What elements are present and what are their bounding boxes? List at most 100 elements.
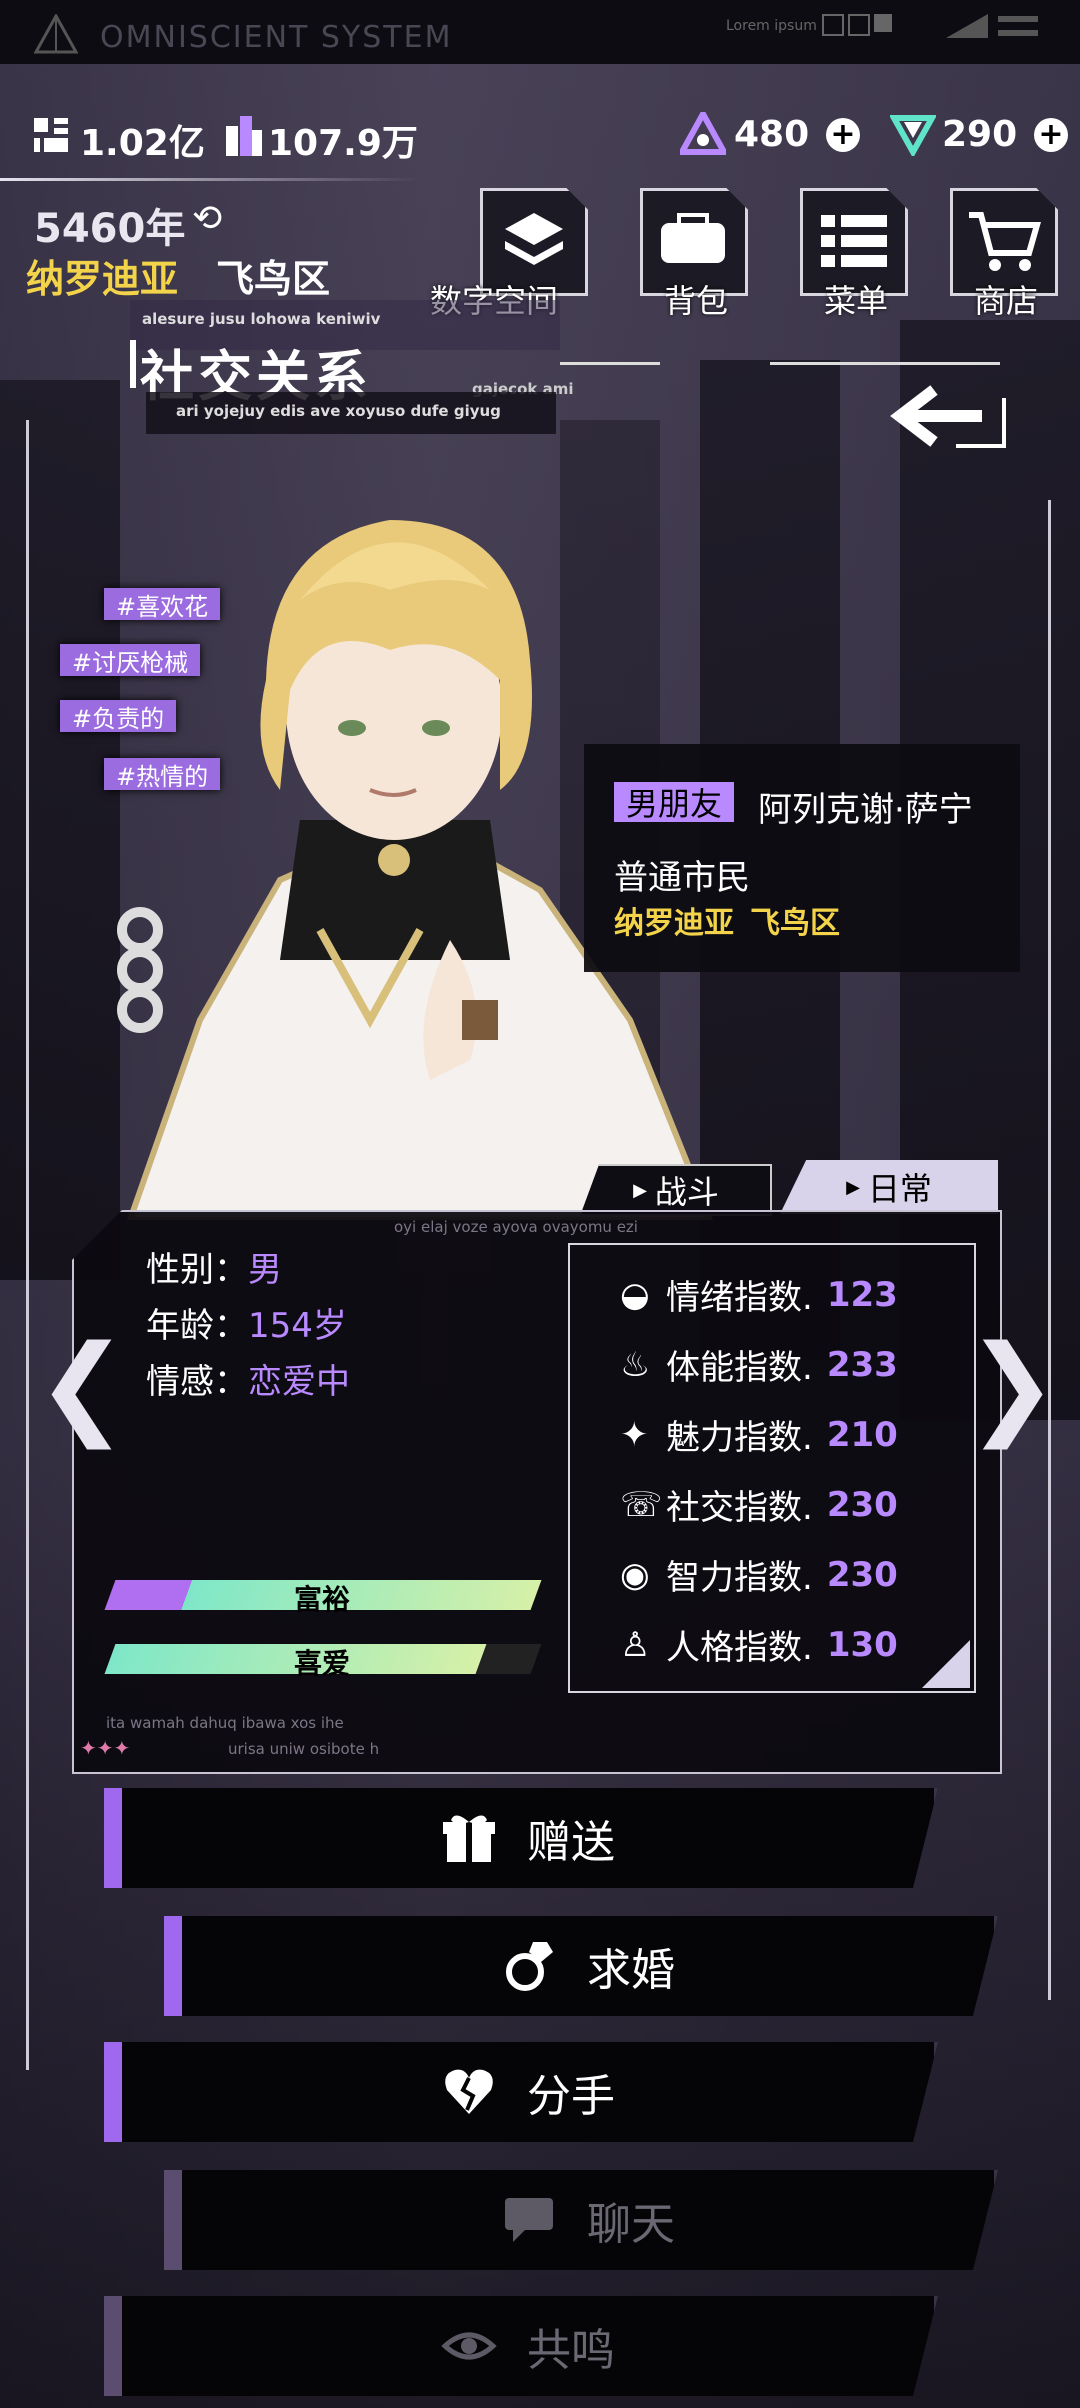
tab-daily-label: 日常 [867, 1170, 932, 1208]
signal-icon [946, 14, 988, 38]
back-arrow-icon[interactable] [886, 376, 1010, 468]
gender-label: 性别： [146, 1250, 248, 1290]
panel-deco-bottom1: ita wamah dahuq ibawa xos ihe [106, 1714, 344, 1732]
mood-icon: ◒ [620, 1274, 650, 1315]
ring-icon [506, 1942, 553, 1991]
gender-row: 性别：男 [146, 1242, 282, 1291]
character-tag: #喜欢花 [104, 588, 221, 621]
emotion-value: 恋爱中 [248, 1362, 350, 1402]
chat-button[interactable]: 聊天 [164, 2170, 998, 2270]
stat-value: 233 [826, 1344, 898, 1385]
add-gem-button[interactable]: + [1034, 118, 1068, 152]
caret-icon: ▶ [846, 1176, 860, 1198]
sparkle-icon: ✦✦✦ [80, 1736, 131, 1760]
character-home-city: 纳罗迪亚 [614, 906, 734, 941]
location-city: 纳罗迪亚 [26, 257, 179, 301]
divider [560, 362, 660, 365]
character-tag: #热情的 [104, 758, 221, 791]
menu-lines-icon [998, 30, 1038, 36]
title-marker [130, 340, 136, 388]
propose-button[interactable]: 求婚 [164, 1916, 998, 2016]
crystal-amount: 107.9万 [268, 123, 418, 164]
shop-label: 商店 [974, 282, 1039, 320]
chat-icon [505, 2198, 553, 2242]
refresh-icon[interactable]: ⟲ [192, 198, 222, 239]
stat-value: 230 [826, 1554, 898, 1595]
character-name: 阿列克谢·萨宁 [758, 790, 973, 830]
gold-currency-icon [34, 118, 68, 152]
social-icon: ☏ [620, 1484, 663, 1525]
affection-bar-label: 喜爱 [294, 1647, 351, 1680]
breakup-button[interactable]: 分手 [104, 2042, 938, 2142]
resonate-label: 共鸣 [527, 2325, 615, 2376]
tab-daily[interactable]: ▶ 日常 [780, 1160, 998, 1214]
caret-icon: ▶ [633, 1179, 647, 1201]
emotion-label: 情感： [146, 1362, 248, 1402]
frame-line [1048, 500, 1051, 2000]
year-label: 5460年 [34, 206, 186, 252]
panel-deco-top: oyi elaj voze ayova ovayomu ezi [394, 1218, 638, 1236]
character-home-district: 飞鸟区 [750, 906, 840, 941]
stat-value: 130 [826, 1624, 898, 1665]
character-tag: #负责的 [60, 700, 177, 733]
list-icon [821, 215, 887, 267]
stat-stamina: ♨ 体能指数. 233 [620, 1340, 898, 1389]
corner-text: Lorem ipsum [726, 18, 817, 34]
window-icon [848, 14, 870, 36]
system-bar: OMNISCIENT SYSTEM Lorem ipsum [0, 0, 1080, 64]
intellect-icon: ◉ [620, 1554, 650, 1595]
stamina-icon: ♨ [620, 1344, 651, 1385]
crystal-currency-icon [226, 116, 262, 156]
header-deco-sub: ari yojejuy edis ave xoyuso dufe giyug [176, 402, 501, 420]
stat-intellect: ◉ 智力指数. 230 [620, 1550, 898, 1599]
window-icon [874, 14, 892, 32]
gem-amount: 290 [942, 114, 1018, 155]
personality-icon: ♙ [620, 1624, 651, 1665]
tab-battle-label: 战斗 [654, 1173, 719, 1211]
divider [0, 178, 420, 181]
stat-personality: ♙ 人格指数. 130 [620, 1620, 898, 1669]
next-character-button[interactable]: ❯ [966, 1330, 1058, 1440]
gift-icon [443, 1815, 495, 1862]
frame-line [26, 420, 29, 2070]
energy-amount: 480 [734, 114, 810, 155]
bag-icon [661, 213, 725, 263]
broken-heart-icon [445, 2069, 493, 2114]
energy-icon [680, 112, 726, 155]
menu-label: 菜单 [824, 282, 889, 320]
gold-amount: 1.02亿 [80, 123, 205, 164]
layers-icon [505, 213, 563, 265]
stat-mood: ◒ 情绪指数. 123 [620, 1270, 898, 1319]
age-label: 年龄： [146, 1306, 248, 1346]
previous-character-button[interactable]: ❮ [36, 1330, 128, 1440]
add-energy-button[interactable]: + [826, 118, 860, 152]
menu-lines-icon [998, 16, 1038, 22]
tab-battle[interactable]: ▶ 战斗 [580, 1164, 772, 1216]
backpack-label: 背包 [664, 282, 729, 320]
stat-social: ☏ 社交指数. 230 [620, 1480, 898, 1529]
eye-icon [441, 2332, 497, 2360]
stat-value: 123 [826, 1274, 898, 1315]
character-tag: #讨厌枪械 [60, 644, 201, 677]
stat-value: 230 [826, 1484, 898, 1525]
breakup-label: 分手 [527, 2071, 615, 2122]
charm-icon: ✦ [620, 1414, 649, 1455]
relation-badge: 男朋友 [614, 782, 735, 823]
system-logo-icon [34, 14, 78, 54]
propose-label: 求婚 [587, 1945, 675, 1996]
stat-label: 人格指数. [666, 1628, 813, 1668]
divider [770, 362, 1000, 365]
header-deco-top: alesure jusu lohowa keniwiv [142, 310, 381, 328]
stat-charm: ✦ 魅力指数. 210 [620, 1410, 898, 1459]
stat-value: 210 [826, 1414, 898, 1455]
stat-label: 社交指数. [666, 1488, 813, 1528]
gender-value: 男 [248, 1250, 282, 1290]
resonate-button[interactable]: 共鸣 [104, 2296, 938, 2396]
window-icon [822, 14, 844, 36]
emotion-row: 情感：恋爱中 [146, 1354, 350, 1403]
chat-label: 聊天 [587, 2199, 675, 2250]
panel-deco-bottom2: urisa uniw osibote h [228, 1740, 380, 1758]
gift-button[interactable]: 赠送 [104, 1788, 938, 1888]
gem-icon [890, 115, 936, 156]
system-title: OMNISCIENT SYSTEM [100, 20, 453, 55]
